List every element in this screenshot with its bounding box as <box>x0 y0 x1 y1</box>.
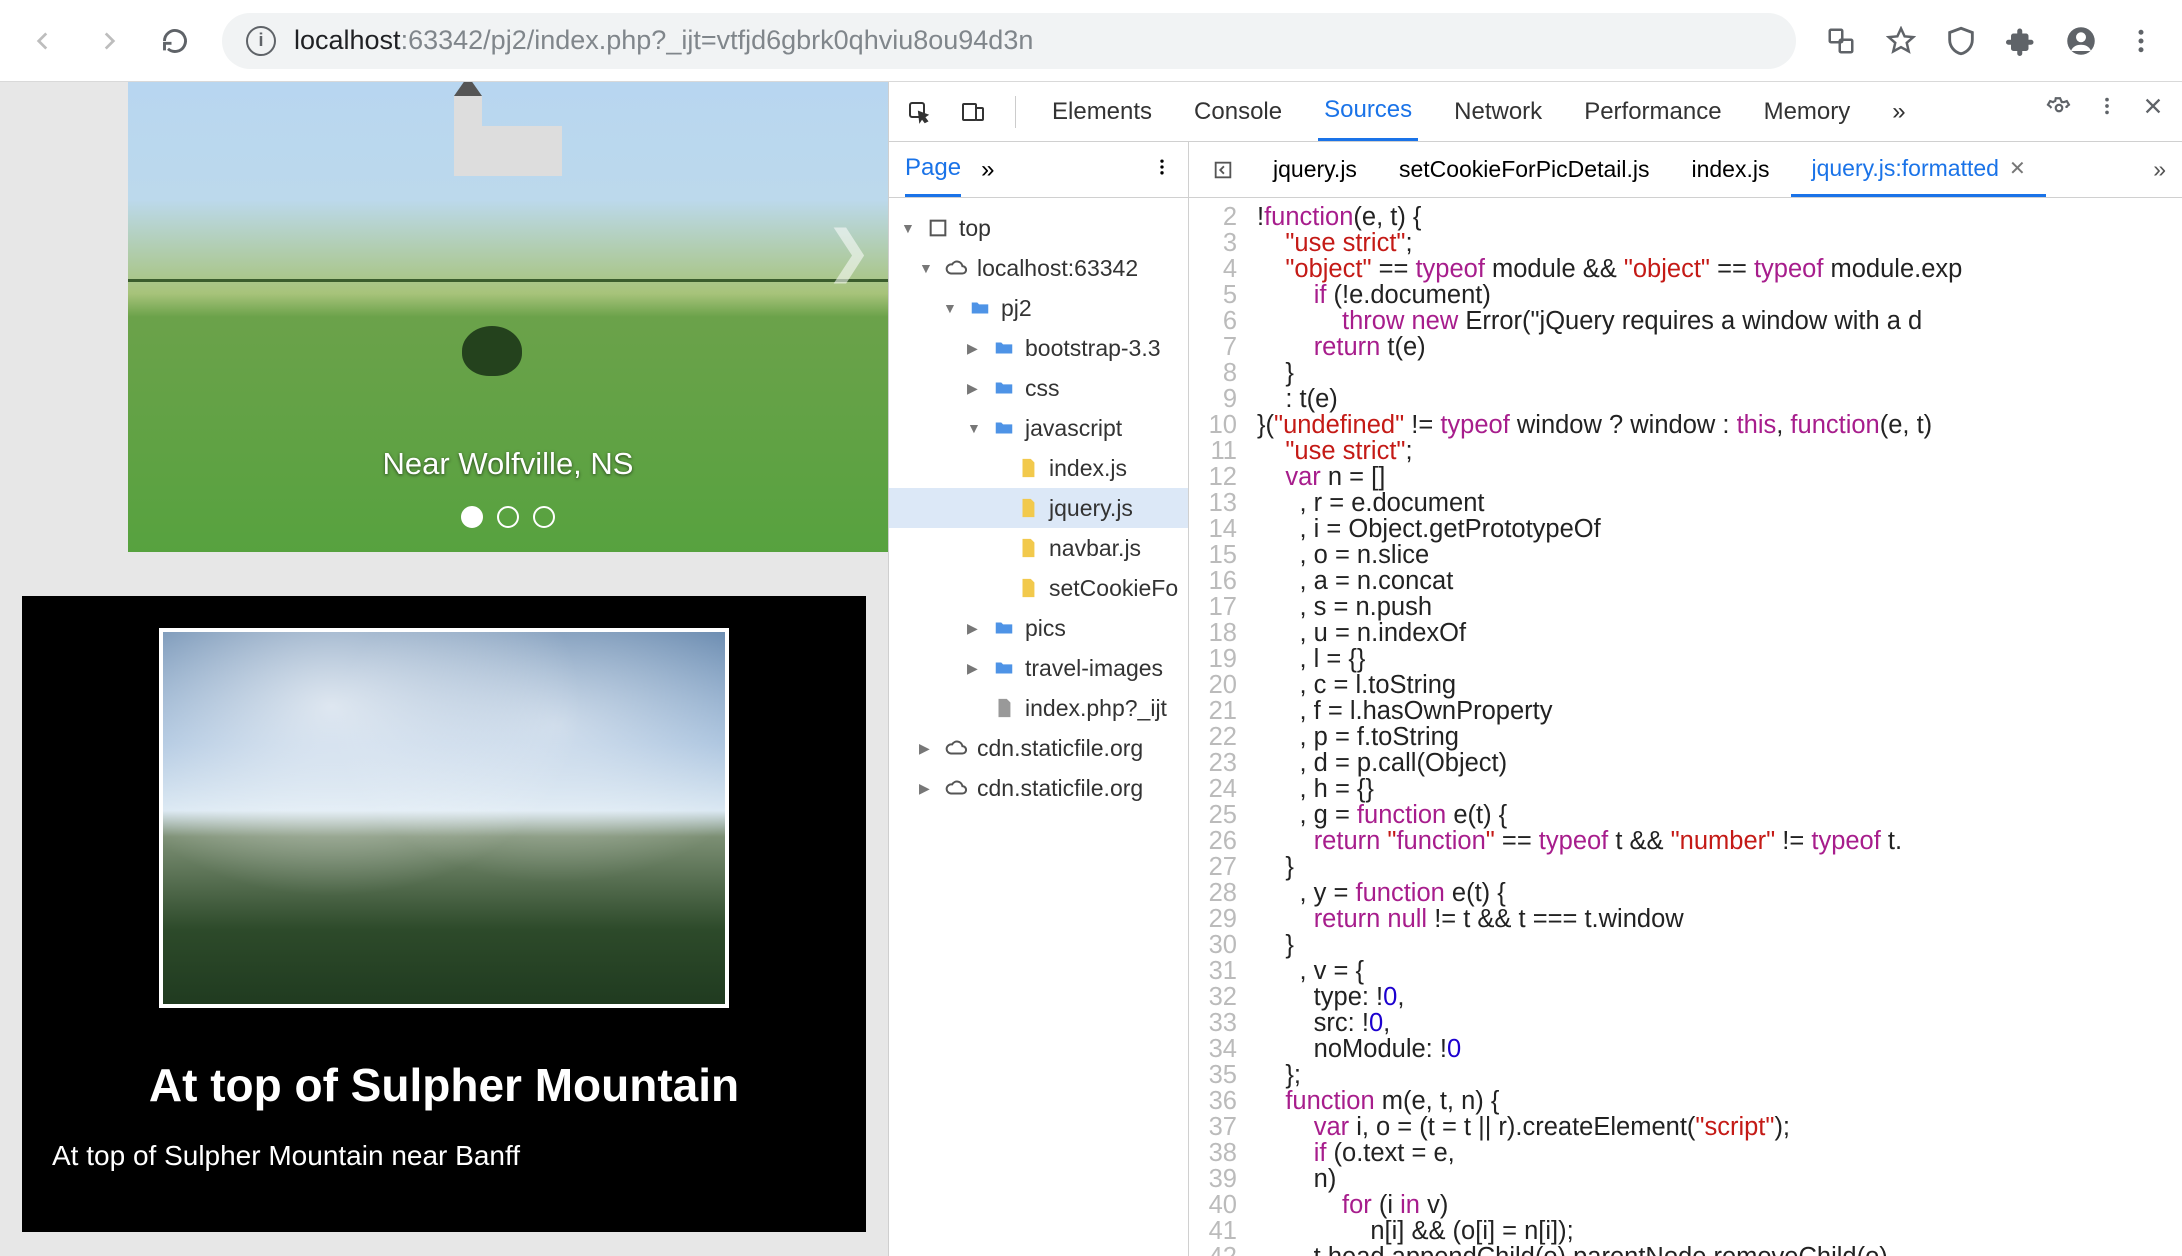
tree-node[interactable]: cdn.staticfile.org <box>977 735 1143 762</box>
device-toggle-icon[interactable] <box>961 100 985 124</box>
carousel-caption: Near Wolfville, NS <box>128 446 888 482</box>
church-graphic <box>454 96 562 176</box>
sources-subbar: Page » jquery.js setCookieForPicDetail.j… <box>889 142 2182 198</box>
translate-icon[interactable] <box>1824 24 1858 58</box>
js-file-icon <box>1017 457 1039 479</box>
frame-icon <box>927 217 949 239</box>
tab-sources[interactable]: Sources <box>1318 82 1418 141</box>
tree-node[interactable]: javascript <box>1025 415 1122 442</box>
rendered-page: ❮ ❯ Near Wolfville, NS At top of Sulpher… <box>0 82 888 1256</box>
forward-button[interactable] <box>90 22 128 60</box>
tree-node[interactable]: bootstrap-3.3 <box>1025 335 1161 362</box>
file-tab[interactable]: jquery.js <box>1253 142 1377 197</box>
bush-graphic <box>462 326 522 376</box>
file-tab[interactable]: index.js <box>1671 142 1789 197</box>
file-tab[interactable]: setCookieForPicDetail.js <box>1379 142 1670 197</box>
tabs-overflow-icon[interactable]: » <box>1886 82 1911 141</box>
reload-button[interactable] <box>156 22 194 60</box>
tree-node[interactable]: pics <box>1025 615 1066 642</box>
carousel-indicators <box>128 506 888 528</box>
address-bar[interactable]: i localhost:63342/pj2/index.php?_ijt=vtf… <box>222 13 1796 69</box>
devtools-menu-icon[interactable] <box>2096 95 2118 128</box>
file-tabs-overflow-icon[interactable]: » <box>2153 156 2166 183</box>
tab-console[interactable]: Console <box>1188 82 1288 141</box>
cloud-icon <box>945 777 967 799</box>
tree-node[interactable]: css <box>1025 375 1060 402</box>
cloud-icon <box>945 737 967 759</box>
tree-node[interactable]: top <box>959 215 991 242</box>
code-editor[interactable]: 2345678910111213141516171819202122232425… <box>1189 198 2182 1256</box>
cloud-icon <box>945 257 967 279</box>
tree-node[interactable]: pj2 <box>1001 295 1032 322</box>
inspect-element-icon[interactable] <box>907 100 931 124</box>
card-image <box>159 628 729 1008</box>
toolbar-icons <box>1824 24 2158 58</box>
site-info-icon[interactable]: i <box>246 26 276 56</box>
folder-icon <box>969 297 991 319</box>
tree-node[interactable]: setCookieFo <box>1049 575 1178 602</box>
file-icon <box>993 697 1015 719</box>
line-gutter: 2345678910111213141516171819202122232425… <box>1189 198 1247 1256</box>
url-text: localhost:63342/pj2/index.php?_ijt=vtfjd… <box>294 25 1033 56</box>
back-button[interactable] <box>24 22 62 60</box>
carousel: ❯ Near Wolfville, NS <box>128 82 888 552</box>
card-title: At top of Sulpher Mountain <box>52 1058 836 1112</box>
folder-icon <box>993 617 1015 639</box>
tree-node[interactable]: localhost:63342 <box>977 255 1138 282</box>
folder-icon <box>993 377 1015 399</box>
tree-node[interactable]: jquery.js <box>1049 495 1133 522</box>
goto-file-icon[interactable] <box>1205 159 1241 181</box>
code-content[interactable]: !function(e, t) { "use strict"; "object"… <box>1247 198 2182 1256</box>
carousel-next-icon[interactable]: ❯ <box>825 218 872 284</box>
content-card: At top of Sulpher Mountain At top of Sul… <box>22 596 866 1232</box>
folder-icon <box>993 337 1015 359</box>
bookmark-icon[interactable] <box>1884 24 1918 58</box>
file-tab[interactable]: jquery.js:formatted✕ <box>1791 142 2045 197</box>
folder-icon <box>993 657 1015 679</box>
navigator-page-tab[interactable]: Page <box>905 142 961 197</box>
tree-node[interactable]: cdn.staticfile.org <box>977 775 1143 802</box>
devtools: Elements Console Sources Network Perform… <box>888 82 2182 1256</box>
carousel-dot[interactable] <box>461 506 483 528</box>
file-navigator[interactable]: ▼top ▼localhost:63342 ▼pj2 ▶bootstrap-3.… <box>889 198 1189 1256</box>
profile-icon[interactable] <box>2064 24 2098 58</box>
folder-icon <box>993 417 1015 439</box>
tree-node[interactable]: index.js <box>1049 455 1127 482</box>
shield-icon[interactable] <box>1944 24 1978 58</box>
chrome-menu-icon[interactable] <box>2124 24 2158 58</box>
card-text: At top of Sulpher Mountain near Banff <box>52 1140 836 1172</box>
close-devtools-icon[interactable] <box>2142 95 2164 128</box>
close-tab-icon[interactable]: ✕ <box>2009 156 2026 181</box>
tree-node[interactable]: index.php?_ijt <box>1025 695 1167 722</box>
browser-toolbar: i localhost:63342/pj2/index.php?_ijt=vtf… <box>0 0 2182 82</box>
devtools-tabbar: Elements Console Sources Network Perform… <box>889 82 2182 142</box>
tree-node[interactable]: navbar.js <box>1049 535 1141 562</box>
tab-memory[interactable]: Memory <box>1758 82 1857 141</box>
js-file-icon <box>1017 537 1039 559</box>
carousel-dot[interactable] <box>497 506 519 528</box>
js-file-icon <box>1017 577 1039 599</box>
carousel-dot[interactable] <box>533 506 555 528</box>
navigator-overflow-icon[interactable]: » <box>981 156 994 184</box>
settings-icon[interactable] <box>2046 95 2072 128</box>
tab-performance[interactable]: Performance <box>1578 82 1727 141</box>
navigator-menu-icon[interactable] <box>1152 156 1172 184</box>
tab-network[interactable]: Network <box>1448 82 1548 141</box>
tab-elements[interactable]: Elements <box>1046 82 1158 141</box>
extensions-icon[interactable] <box>2004 24 2038 58</box>
js-file-icon <box>1017 497 1039 519</box>
tree-node[interactable]: travel-images <box>1025 655 1163 682</box>
